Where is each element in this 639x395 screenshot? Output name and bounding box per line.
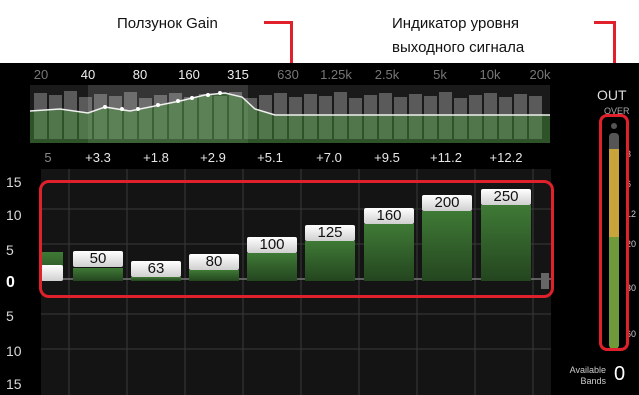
band-value: 5 <box>44 150 52 165</box>
freq-label: 1.25k <box>320 67 352 82</box>
available-bands-value: 0 <box>614 363 626 385</box>
output-meter-highlight <box>599 114 629 351</box>
meter-title: OUT <box>597 87 627 103</box>
freq-label: 630 <box>277 67 299 82</box>
band-value: +7.0 <box>316 150 342 165</box>
output-meter-callout-line1: Индикатор уровня <box>392 15 520 32</box>
band-value: +5.1 <box>257 150 283 165</box>
output-meter-callout-line2: выходного сигнала <box>392 39 525 56</box>
freq-label: 315 <box>227 67 249 82</box>
geq-screen: 20 40 80 160 315 630 1.25k 2.5k 5k 10k 2… <box>0 63 639 395</box>
frequency-response-overview <box>30 85 550 143</box>
band-value: +9.5 <box>374 150 400 165</box>
band-value: +1.8 <box>143 150 169 165</box>
gain-scale-label: 5 <box>6 308 14 324</box>
band-value: +3.3 <box>85 150 111 165</box>
gain-scale-label: 0 <box>6 274 15 291</box>
available-bands-label1: Available <box>569 365 606 375</box>
band-value: +2.9 <box>200 150 226 165</box>
band-value: +12.2 <box>489 150 523 165</box>
freq-label: 20 <box>33 67 49 82</box>
gain-scale-label: 10 <box>6 207 22 223</box>
freq-label: 20k <box>529 67 551 82</box>
freq-label: 2.5k <box>374 67 400 82</box>
freq-label: 5k <box>433 67 447 82</box>
freq-label: 10k <box>479 67 501 82</box>
gain-scale-label: 15 <box>6 376 22 392</box>
gain-scale-label: 5 <box>6 242 14 258</box>
gain-slider-callout: Ползунок Gain <box>117 15 218 32</box>
available-bands-label2: Bands <box>580 376 606 386</box>
freq-label: 40 <box>80 67 96 82</box>
band-value: +11.2 <box>430 150 462 165</box>
gain-scale-label: 15 <box>6 174 22 190</box>
freq-label: 160 <box>178 67 200 82</box>
gain-slider-highlight <box>39 180 554 298</box>
gain-scale-label: 10 <box>6 343 22 359</box>
freq-label: 80 <box>132 67 148 82</box>
